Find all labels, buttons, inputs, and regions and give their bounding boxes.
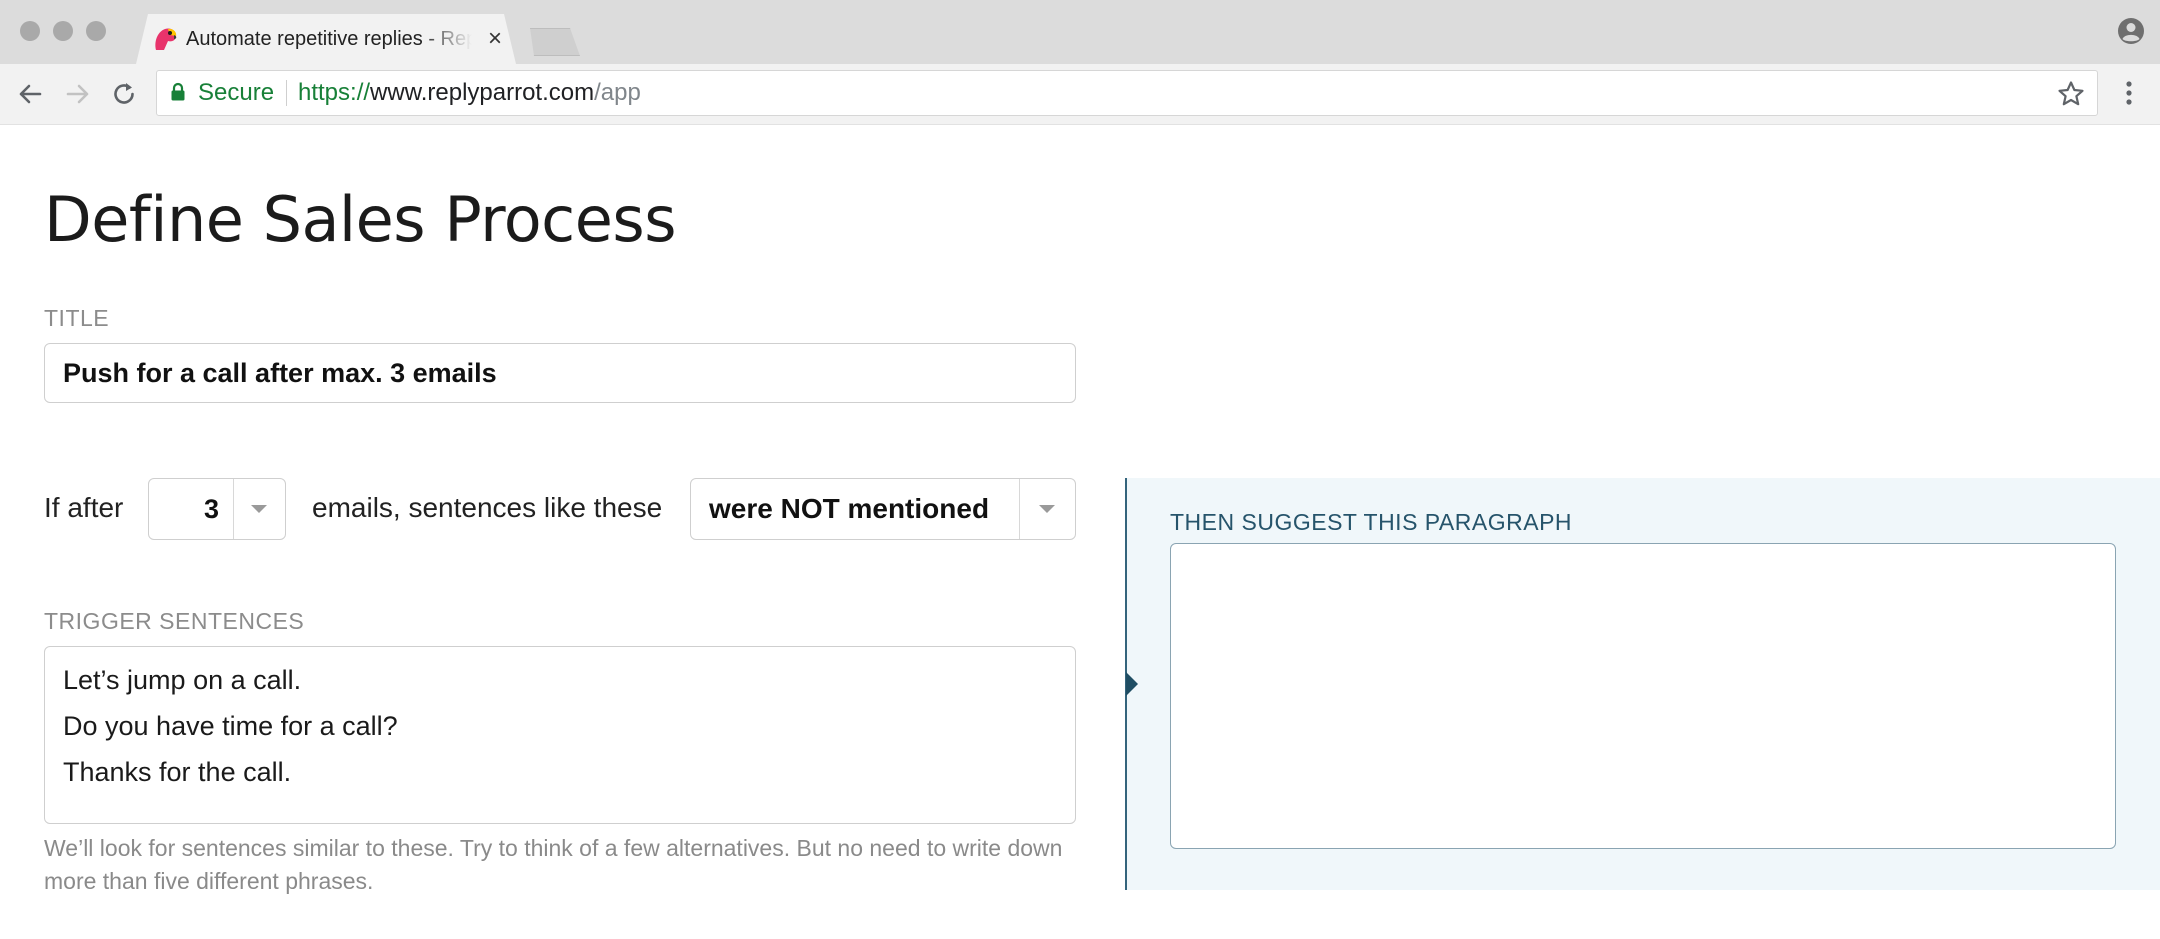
chevron-down-icon — [251, 505, 267, 513]
address-bar-separator — [286, 80, 287, 106]
star-icon[interactable] — [2056, 79, 2086, 109]
profile-icon[interactable] — [2116, 16, 2146, 46]
title-input[interactable] — [44, 343, 1076, 403]
url-host: www.replyparrot.com — [370, 79, 595, 106]
trigger-sentence: Thanks for the call. — [63, 757, 292, 787]
url-scheme: https:// — [298, 79, 371, 106]
secure-label: Secure — [198, 79, 275, 106]
suggest-paragraph-input[interactable] — [1170, 543, 2116, 849]
window-close-dot[interactable] — [20, 21, 40, 41]
trigger-sentence: Do you have time for a call? — [63, 711, 398, 741]
select-divider — [1019, 479, 1020, 539]
trigger-help-text: We’ll look for sentences similar to thes… — [44, 835, 1063, 894]
lock-icon — [171, 82, 185, 101]
tab-close-icon[interactable]: × — [484, 24, 506, 54]
kebab-menu-icon[interactable] — [2118, 78, 2140, 108]
mention-mode-select[interactable]: were NOT mentioned — [690, 478, 1076, 540]
trigger-sentences-label: TRIGGER SENTENCES — [44, 608, 305, 634]
title-label: TITLE — [44, 305, 110, 331]
rule-prefix-text: If after — [44, 492, 124, 523]
tab-title: Automate repetitive replies - ReplyParro… — [186, 28, 472, 50]
arrow-right-icon[interactable] — [62, 78, 94, 110]
trigger-sentences-input[interactable]: Let’s jump on a call. Do you have time f… — [44, 646, 1076, 824]
parrot-favicon-icon — [155, 28, 177, 50]
window-minimize-dot[interactable] — [53, 21, 73, 41]
window-zoom-dot[interactable] — [86, 21, 106, 41]
page-title: Define Sales Process — [44, 183, 677, 256]
url-text[interactable]: https://www.replyparrot.com/app — [298, 76, 641, 110]
chevron-down-icon — [1039, 505, 1055, 513]
mention-mode-value: were NOT mentioned — [709, 493, 990, 524]
reload-icon[interactable] — [108, 78, 140, 110]
trigger-sentence: Let’s jump on a call. — [63, 665, 302, 695]
arrow-left-icon[interactable] — [14, 78, 46, 110]
panel-pointer-icon — [1126, 672, 1138, 696]
rule-middle-text: emails, sentences like these — [312, 492, 663, 523]
select-divider — [233, 479, 234, 539]
email-count-select[interactable]: 3 — [148, 478, 286, 540]
email-count-value: 3 — [203, 494, 219, 524]
suggest-paragraph-label: THEN SUGGEST THIS PARAGRAPH — [1170, 509, 1573, 535]
url-path: /app — [594, 79, 641, 106]
